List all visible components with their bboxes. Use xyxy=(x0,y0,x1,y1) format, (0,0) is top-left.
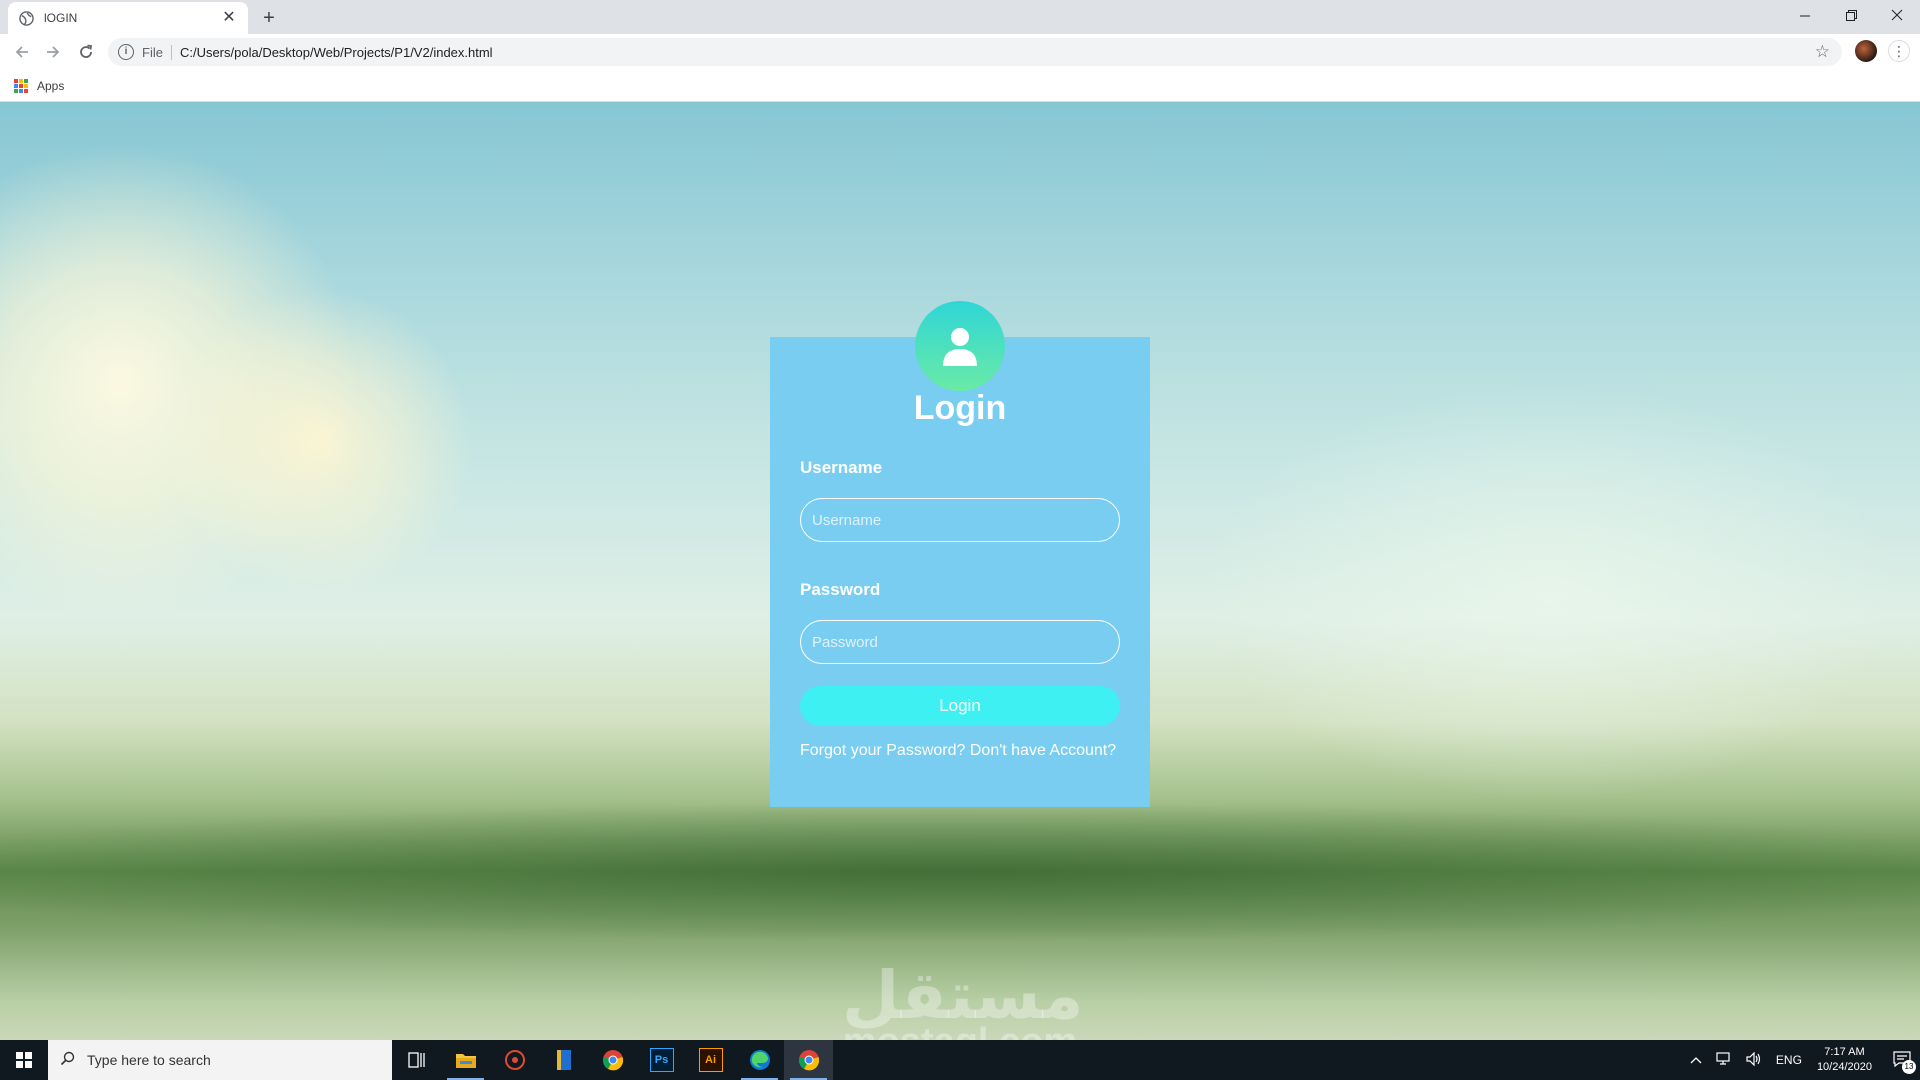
windows-logo-icon xyxy=(16,1052,32,1068)
search-placeholder: Type here to search xyxy=(87,1052,211,1068)
info-icon[interactable]: i xyxy=(118,44,134,60)
reload-icon[interactable] xyxy=(74,40,98,64)
back-arrow-icon[interactable] xyxy=(10,40,34,64)
bookmark-star-icon[interactable]: ☆ xyxy=(1815,42,1830,62)
user-avatar-icon xyxy=(915,301,1005,391)
notification-badge: 13 xyxy=(1902,1060,1916,1074)
taskbar-app-game[interactable] xyxy=(490,1040,539,1080)
watermark-latin: mostaql.com xyxy=(842,1022,1078,1040)
task-view-button[interactable] xyxy=(392,1040,441,1080)
taskbar-edge[interactable] xyxy=(735,1040,784,1080)
taskbar-file-explorer[interactable] xyxy=(441,1040,490,1080)
edge-icon xyxy=(748,1048,772,1072)
search-icon xyxy=(60,1051,75,1070)
taskbar-app-book[interactable] xyxy=(539,1040,588,1080)
taskbar-illustrator[interactable]: Ai xyxy=(686,1040,735,1080)
login-button[interactable]: Login xyxy=(800,686,1120,726)
username-input[interactable] xyxy=(800,498,1120,542)
chrome-icon xyxy=(797,1048,821,1072)
url-text[interactable]: C:/Users/pola/Desktop/Web/Projects/P1/V2… xyxy=(180,45,493,60)
volume-icon[interactable] xyxy=(1746,1051,1762,1069)
restore-button[interactable] xyxy=(1828,0,1874,30)
login-card: Login Username Password Login Forgot you… xyxy=(770,301,1150,807)
photoshop-icon: Ps xyxy=(649,1048,674,1072)
chrome-icon xyxy=(601,1048,625,1072)
tab-close-icon[interactable]: ✕ xyxy=(220,9,238,27)
watermark-arabic: مستقل xyxy=(842,958,1084,1032)
forward-arrow-icon[interactable] xyxy=(41,40,65,64)
apps-grid-icon[interactable] xyxy=(14,78,28,93)
forgot-password-link[interactable]: Forgot your Password? xyxy=(800,742,965,759)
tab-strip: lOGIN ✕ + xyxy=(0,0,1920,34)
clock[interactable]: 7:17 AM 10/24/2020 xyxy=(1817,1045,1872,1075)
password-label: Password xyxy=(800,580,881,599)
kebab-menu-icon[interactable]: ⋮ xyxy=(1888,40,1910,62)
taskbar-chrome-active[interactable] xyxy=(784,1040,833,1080)
minimize-button[interactable] xyxy=(1782,0,1828,30)
close-window-button[interactable] xyxy=(1874,0,1920,30)
background-landscape xyxy=(0,802,1920,942)
page-viewport: Login Username Password Login Forgot you… xyxy=(0,102,1920,1040)
clock-date: 10/24/2020 xyxy=(1816,1061,1872,1073)
address-bar[interactable]: i File C:/Users/pola/Desktop/Web/Project… xyxy=(108,38,1842,66)
bookmarks-bar: Apps xyxy=(0,70,1920,102)
start-button[interactable] xyxy=(0,1040,48,1080)
profile-avatar[interactable] xyxy=(1855,40,1877,62)
login-title: Login xyxy=(913,389,1007,427)
tab-title: lOGIN xyxy=(44,11,78,25)
taskbar-search[interactable]: Type here to search xyxy=(48,1040,392,1080)
browser-toolbar: i File C:/Users/pola/Desktop/Web/Project… xyxy=(0,34,1920,70)
network-icon[interactable] xyxy=(1716,1051,1732,1069)
signup-link[interactable]: Don't have Account? xyxy=(970,742,1116,759)
clock-time: 7:17 AM xyxy=(1824,1046,1865,1058)
system-tray: ENG 7:17 AM 10/24/2020 13 xyxy=(1683,1040,1920,1080)
password-input[interactable] xyxy=(800,620,1120,664)
action-center-button[interactable]: 13 xyxy=(1884,1040,1920,1080)
folder-icon xyxy=(454,1048,478,1072)
apps-bookmark[interactable]: Apps xyxy=(37,79,64,93)
watermark: مستقل mostaql.com xyxy=(842,958,1084,1040)
illustrator-icon: Ai xyxy=(698,1048,723,1072)
background-glow xyxy=(1200,382,1900,802)
taskbar-chrome[interactable] xyxy=(588,1040,637,1080)
url-scheme: File xyxy=(142,44,172,60)
task-view-icon xyxy=(405,1048,429,1072)
chevron-up-icon[interactable] xyxy=(1690,1053,1702,1067)
taskbar: Type here to search Ps Ai ENG 7:17 AM 10… xyxy=(0,1040,1920,1080)
taskbar-photoshop[interactable]: Ps xyxy=(637,1040,686,1080)
browser-tab[interactable]: lOGIN ✕ xyxy=(8,2,248,34)
account-links: Forgot your Password? Don't have Account… xyxy=(800,742,1116,760)
background-glow xyxy=(170,292,470,592)
globe-icon xyxy=(18,10,34,26)
book-icon xyxy=(552,1048,576,1072)
username-label: Username xyxy=(800,458,883,477)
language-indicator[interactable]: ENG xyxy=(1776,1053,1802,1067)
gamepad-icon xyxy=(503,1048,527,1072)
new-tab-button[interactable]: + xyxy=(256,6,282,32)
